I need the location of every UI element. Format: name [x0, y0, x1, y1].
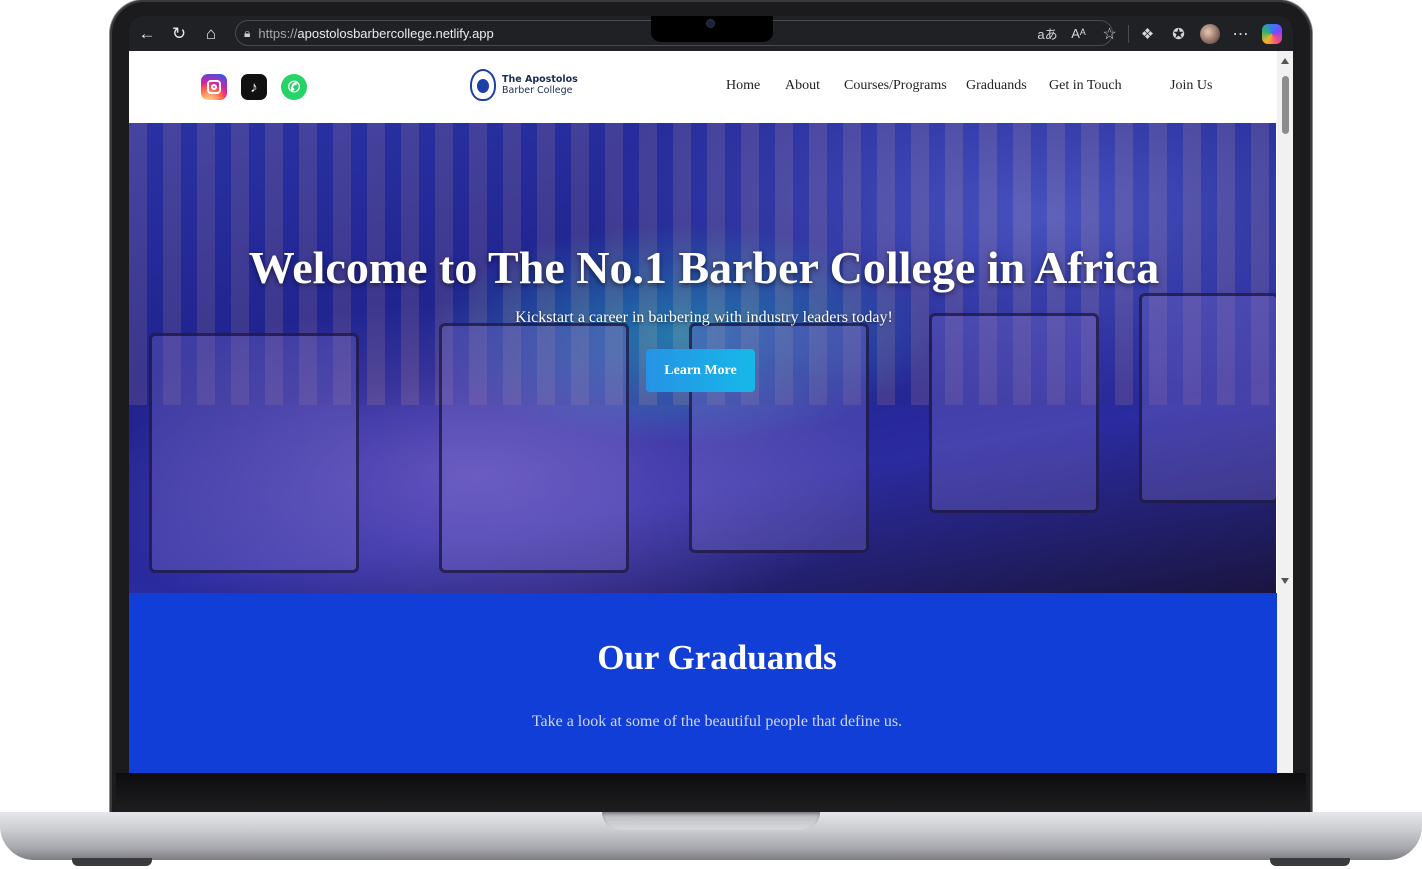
laptop-lower-bezel: [116, 773, 1306, 813]
scrollbar-thumb[interactable]: [1282, 76, 1289, 134]
hero-chair-image: [149, 333, 359, 573]
nav-courses[interactable]: Courses/Programs: [844, 78, 947, 94]
page-scrollbar[interactable]: [1277, 51, 1293, 773]
hero-chair-image: [929, 313, 1099, 513]
scroll-down-icon[interactable]: [1281, 578, 1289, 584]
refresh-icon[interactable]: ↻: [163, 18, 195, 50]
hero-title: Welcome to The No.1 Barber College in Af…: [248, 242, 1160, 293]
copilot-icon[interactable]: [1256, 18, 1287, 49]
laptop-screen: ← ↻ ⌂ 🔒︎ https://apostolosbarbercollege.…: [129, 16, 1293, 773]
instagram-icon[interactable]: [201, 74, 227, 100]
read-aloud-icon[interactable]: Aᴬ: [1063, 18, 1094, 49]
nav-get-in-touch[interactable]: Get in Touch: [1049, 78, 1122, 94]
hero-subtitle: Kickstart a career in barbering with ind…: [515, 309, 893, 326]
browser-right-tools: aあ Aᴬ ☆ ❖ ✪ ⋯: [1032, 16, 1293, 51]
laptop-foot-right: [1270, 858, 1350, 866]
toolbar-divider: [1128, 24, 1129, 43]
graduands-section: Our Graduands Take a look at some of the…: [129, 593, 1293, 773]
nav-about[interactable]: About: [785, 78, 820, 94]
back-icon[interactable]: ←: [131, 18, 163, 50]
profile-avatar[interactable]: [1194, 18, 1225, 49]
logo-line2: Barber College: [502, 85, 573, 96]
tiktok-icon[interactable]: ♪: [241, 74, 267, 100]
logo-line1: The Apostolos: [502, 74, 578, 85]
nav-join-us[interactable]: Join Us: [1170, 78, 1212, 94]
browser-toolbar: ← ↻ ⌂ 🔒︎ https://apostolosbarbercollege.…: [129, 16, 1293, 51]
site-header: ♪ ✆ The Apostolos Barber College Home Ab…: [132, 51, 1277, 123]
graduands-title: Our Graduands: [597, 638, 837, 677]
nav-graduands[interactable]: Graduands: [966, 78, 1027, 94]
home-icon[interactable]: ⌂: [195, 18, 227, 50]
lock-icon: 🔒︎: [244, 25, 251, 40]
logo-emblem-icon: [470, 69, 496, 101]
learn-more-button[interactable]: Learn More: [646, 349, 755, 392]
logo-text: The Apostolos Barber College: [502, 74, 578, 96]
more-menu-icon[interactable]: ⋯: [1225, 18, 1256, 49]
scroll-up-icon[interactable]: [1281, 58, 1289, 64]
camera-icon: [706, 19, 715, 28]
site-logo[interactable]: The Apostolos Barber College: [470, 69, 578, 101]
nav-home[interactable]: Home: [726, 78, 760, 94]
favorites-icon[interactable]: ✪: [1163, 18, 1194, 49]
favorite-star-icon[interactable]: ☆: [1094, 18, 1125, 49]
translate-icon[interactable]: aあ: [1032, 18, 1063, 49]
laptop-foot-left: [72, 858, 152, 866]
url-text: https://apostolosbarbercollege.netlify.a…: [258, 25, 494, 41]
laptop-opening-notch: [602, 812, 820, 830]
web-page: ♪ ✆ The Apostolos Barber College Home Ab…: [129, 51, 1293, 773]
graduands-subtitle: Take a look at some of the beautiful peo…: [531, 713, 903, 730]
hero-chair-image: [439, 323, 629, 573]
hero-section: Welcome to The No.1 Barber College in Af…: [129, 123, 1276, 593]
extensions-icon[interactable]: ❖: [1132, 18, 1163, 49]
whatsapp-icon[interactable]: ✆: [281, 74, 307, 100]
